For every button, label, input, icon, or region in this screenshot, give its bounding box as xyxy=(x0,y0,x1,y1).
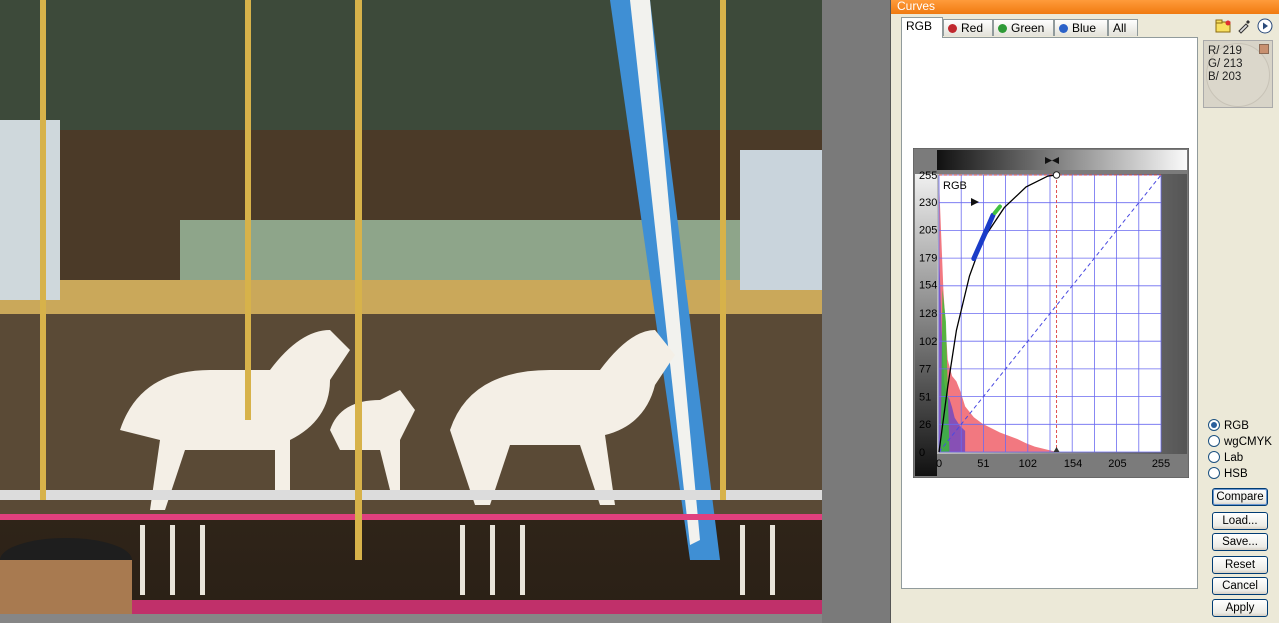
tab-green[interactable]: Green xyxy=(993,19,1054,36)
sample-red-value: R/ 219 xyxy=(1208,45,1242,57)
reset-button[interactable]: Reset xyxy=(1212,556,1268,574)
radio-icon xyxy=(1208,435,1220,447)
y-tick-label: 255 xyxy=(919,170,937,182)
radio-label: wgCMYK xyxy=(1224,436,1272,448)
sample-blue-value: B/ 203 xyxy=(1208,71,1242,83)
radio-label: HSB xyxy=(1224,468,1248,480)
eyedropper-icon[interactable] xyxy=(1236,18,1252,34)
x-tick-label: 0 xyxy=(936,458,942,470)
y-tick-label: 179 xyxy=(919,253,937,265)
cancel-button[interactable]: Cancel xyxy=(1212,577,1268,595)
tab-blue[interactable]: Blue xyxy=(1054,19,1108,36)
y-tick-label: 77 xyxy=(919,363,931,375)
carousel-photo xyxy=(0,0,822,614)
y-tick-label: 205 xyxy=(919,224,937,236)
green-dot-icon xyxy=(998,24,1007,33)
curves-panel: Curves RGB Red Green Blue All RGB 255 23… xyxy=(890,0,1279,623)
panel-title[interactable]: Curves xyxy=(891,0,1279,14)
color-swatch xyxy=(1259,44,1269,54)
tab-red[interactable]: Red xyxy=(943,19,993,36)
mode-rgb-radio[interactable]: RGB xyxy=(1208,419,1249,435)
canvas-background xyxy=(822,0,890,623)
tab-label: Blue xyxy=(1072,21,1097,35)
tab-label: Red xyxy=(961,21,984,35)
tab-label: Green xyxy=(1011,21,1045,35)
y-tick-label: 154 xyxy=(919,280,937,292)
y-tick-label: 128 xyxy=(919,308,937,320)
curves-chart: RGB 255 230 205 179 154 128 102 77 51 26 00 51 102 154… xyxy=(912,147,1190,479)
play-icon[interactable] xyxy=(1257,18,1273,34)
photo-canvas[interactable] xyxy=(0,0,823,614)
mode-wgcmyk-radio[interactable]: wgCMYK xyxy=(1208,435,1272,451)
tab-label: RGB xyxy=(906,19,933,33)
y-tick-label: 102 xyxy=(919,336,937,348)
compare-button[interactable]: Compare xyxy=(1212,488,1268,506)
y-tick-label: 0 xyxy=(919,447,925,459)
x-tick-label: 255 xyxy=(1152,458,1170,470)
x-tick-label: 51 xyxy=(977,458,989,470)
y-tick-label: 26 xyxy=(919,419,931,431)
radio-label: Lab xyxy=(1224,452,1244,464)
x-tick-label: 205 xyxy=(1108,458,1126,470)
tab-all[interactable]: All xyxy=(1108,19,1138,36)
channel-label: RGB xyxy=(943,180,967,192)
apply-button[interactable]: Apply xyxy=(1212,599,1268,617)
radio-selected-icon xyxy=(1208,419,1220,431)
x-tick-label: 102 xyxy=(1019,458,1037,470)
folder-icon[interactable] xyxy=(1215,18,1231,34)
curve-control-point xyxy=(1052,171,1061,179)
mode-hsb-radio[interactable]: HSB xyxy=(1208,467,1248,483)
y-tick-label: 51 xyxy=(919,392,931,404)
tab-rgb[interactable]: RGB xyxy=(901,17,943,38)
radio-icon xyxy=(1208,467,1220,479)
x-tick-label: 154 xyxy=(1064,458,1082,470)
radio-label: RGB xyxy=(1224,420,1249,432)
red-dot-icon xyxy=(948,24,957,33)
output-gradient xyxy=(937,150,1187,170)
save-button[interactable]: Save... xyxy=(1212,533,1268,551)
load-button[interactable]: Load... xyxy=(1212,512,1268,530)
blue-dot-icon xyxy=(1059,24,1068,33)
y-tick-label: 230 xyxy=(919,197,937,209)
tab-label: All xyxy=(1113,21,1127,35)
mode-lab-radio[interactable]: Lab xyxy=(1208,451,1243,467)
radio-icon xyxy=(1208,451,1220,463)
sample-green-value: G/ 213 xyxy=(1208,58,1243,70)
color-sample-panel: R/ 219 G/ 213 B/ 203 xyxy=(1203,40,1273,108)
curves-graph[interactable]: RGB 255 230 205 179 154 128 102 77 51 26 0 0 51 102 154… xyxy=(912,147,1190,479)
